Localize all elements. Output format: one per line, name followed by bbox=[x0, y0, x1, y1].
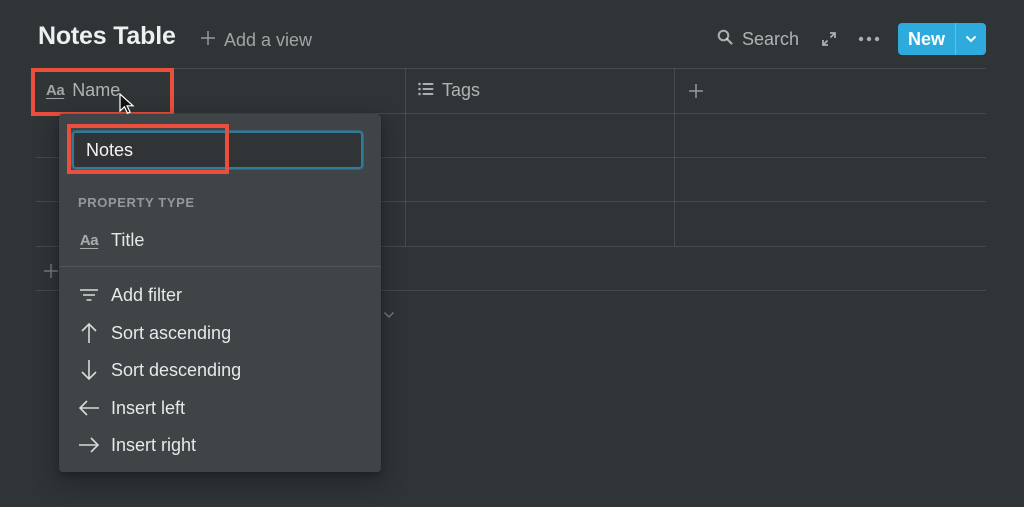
menu-item-label: Sort ascending bbox=[111, 322, 232, 343]
expand-button[interactable] bbox=[820, 30, 838, 48]
new-button-group: New bbox=[897, 23, 986, 55]
cell-tags[interactable] bbox=[406, 158, 674, 201]
more-button[interactable] bbox=[858, 30, 880, 48]
chevron-down-icon bbox=[965, 35, 977, 43]
menu-item-add-filter[interactable]: Add filter bbox=[59, 277, 381, 313]
add-row-button[interactable] bbox=[44, 258, 58, 284]
column-header-label: Tags bbox=[442, 80, 481, 100]
search-label: Search bbox=[741, 28, 799, 49]
cell-tags[interactable] bbox=[406, 202, 674, 246]
new-options-button[interactable] bbox=[956, 23, 986, 55]
menu-item-label: Insert left bbox=[111, 397, 186, 418]
menu-item-insert-right[interactable]: Insert right bbox=[59, 427, 381, 463]
property-name-input[interactable] bbox=[72, 131, 363, 169]
arrow-right-icon bbox=[77, 436, 101, 454]
notion-database-page: Notes Table Add a view Search New Aa Nam… bbox=[0, 0, 1024, 507]
filter-icon bbox=[77, 288, 101, 302]
column-header-label: Name bbox=[72, 80, 121, 100]
list-icon bbox=[418, 80, 434, 101]
expand-icon bbox=[822, 32, 836, 46]
page-title: Notes Table bbox=[38, 22, 176, 50]
plus-icon bbox=[689, 83, 703, 98]
text-aa-icon: Aa bbox=[46, 82, 65, 99]
more-horizontal-icon bbox=[858, 36, 880, 42]
column-header-name[interactable]: Aa Name bbox=[46, 68, 120, 113]
menu-item-label: Insert right bbox=[111, 434, 197, 455]
property-type-title[interactable]: Aa Title bbox=[59, 222, 381, 258]
arrow-up-icon bbox=[77, 322, 101, 344]
section-label: PROPERTY TYPE bbox=[78, 195, 195, 210]
search-icon bbox=[717, 29, 733, 50]
add-view-button[interactable]: Add a view bbox=[200, 27, 312, 53]
divider bbox=[36, 68, 986, 69]
plus-icon bbox=[200, 27, 216, 51]
divider bbox=[59, 266, 381, 267]
column-header-tags[interactable]: Tags bbox=[418, 68, 480, 113]
chevron-down-icon bbox=[383, 311, 395, 319]
plus-icon bbox=[44, 264, 58, 278]
menu-item-sort-descending[interactable]: Sort descending bbox=[59, 352, 381, 388]
menu-item-label: Sort descending bbox=[111, 359, 242, 380]
arrow-left-icon bbox=[77, 399, 101, 417]
new-button[interactable]: New bbox=[898, 23, 955, 55]
cell-tags[interactable] bbox=[406, 114, 674, 157]
calculate-button[interactable] bbox=[383, 306, 395, 324]
toolbar: Search New bbox=[717, 23, 986, 55]
column-property-menu: PROPERTY TYPE Aa Title Add filter Sort a… bbox=[59, 114, 381, 472]
add-column-button[interactable] bbox=[688, 68, 704, 113]
menu-item-sort-ascending[interactable]: Sort ascending bbox=[59, 315, 381, 351]
menu-item-insert-left[interactable]: Insert left bbox=[59, 390, 381, 426]
text-aa-icon: Aa bbox=[79, 231, 99, 249]
add-view-label: Add a view bbox=[224, 29, 313, 50]
arrow-down-icon bbox=[77, 359, 101, 381]
menu-item-label: Add filter bbox=[111, 284, 183, 305]
divider bbox=[674, 68, 675, 246]
menu-item-label: Title bbox=[111, 229, 145, 250]
search-button[interactable]: Search bbox=[717, 29, 799, 50]
